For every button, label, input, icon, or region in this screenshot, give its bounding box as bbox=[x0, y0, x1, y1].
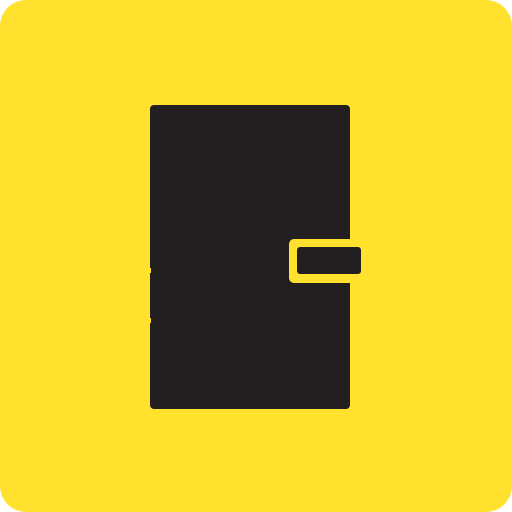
notebook-icon bbox=[0, 0, 512, 512]
binding-notch-bottom bbox=[146, 318, 151, 323]
app-icon[interactable] bbox=[0, 0, 512, 512]
binding-notch-top bbox=[146, 268, 151, 273]
notebook-clasp bbox=[297, 247, 361, 274]
